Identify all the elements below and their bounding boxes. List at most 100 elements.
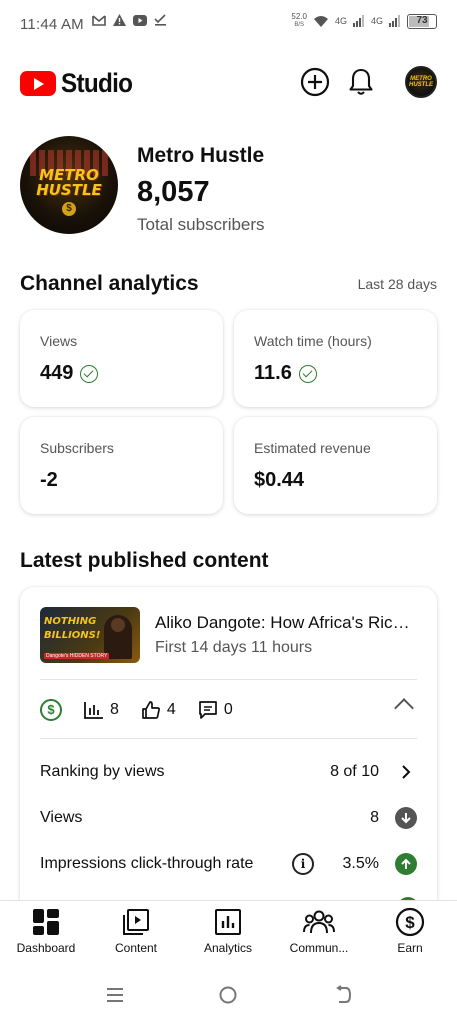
add-circle-icon <box>300 67 330 97</box>
subscriber-label: Total subscribers <box>137 215 265 234</box>
battery-icon: 73 <box>407 13 437 29</box>
menu-icon <box>107 988 123 1002</box>
home-circle-icon <box>219 986 237 1004</box>
wifi-icon <box>313 15 328 27</box>
arrow-up-icon <box>395 853 417 875</box>
content-icon <box>91 907 181 937</box>
dashboard-icon <box>1 907 91 937</box>
app-header: Studio METRO HUSTLE <box>0 62 457 104</box>
account-avatar[interactable]: METRO HUSTLE <box>405 66 437 98</box>
card-value: $0.44 <box>254 469 305 491</box>
bar-chart-icon <box>84 702 103 719</box>
divider <box>40 738 417 739</box>
latest-content-card: NOTHING BILLIONS! Dangote's HIDDEN STORY… <box>20 587 437 917</box>
check-circle-icon <box>80 364 99 383</box>
monetization-stat: $ <box>40 699 62 721</box>
thumb-up-icon <box>142 701 160 719</box>
ctr-row: Impressions click-through rate i 3.5% <box>40 851 417 879</box>
battery-level: 73 <box>416 14 428 26</box>
nav-label: Content <box>114 941 158 955</box>
subscribers-card[interactable]: Subscribers -2 <box>20 417 223 514</box>
arrow-down-icon <box>395 807 417 829</box>
nav-label: Earn <box>397 941 423 955</box>
revenue-card[interactable]: Estimated revenue $0.44 <box>234 417 437 514</box>
recents-button[interactable] <box>100 982 130 1008</box>
nav-label: Analytics <box>203 941 253 955</box>
card-label: Estimated revenue <box>254 440 371 456</box>
earn-icon: $ <box>365 907 455 937</box>
avatar-brand-line2: HUSTLE <box>36 181 102 199</box>
youtube-logo-icon <box>20 71 56 96</box>
video-title[interactable]: Aliko Dangote: How Africa's Richest Man … <box>155 613 417 633</box>
network-2-label: 4G <box>370 16 383 26</box>
metric-value: 8 <box>370 809 379 826</box>
bell-icon <box>349 68 373 95</box>
analytics-title: Channel analytics <box>20 272 199 295</box>
nav-community[interactable]: Commun... <box>274 907 364 955</box>
signal-icon <box>352 15 364 27</box>
nav-label: Commun... <box>289 941 349 955</box>
thumb-tag: Dangote's HIDDEN STORY <box>44 653 110 659</box>
back-button[interactable] <box>328 982 358 1008</box>
notification-icons <box>92 14 167 26</box>
status-bar: 11:44 AM 52.0 B/S 4G 4G 73 <box>0 0 457 50</box>
chevron-up-icon[interactable] <box>394 698 414 718</box>
thumb-text-1: NOTHING <box>44 616 97 627</box>
video-stats-row: $ 8 4 0 <box>40 697 417 723</box>
nav-content[interactable]: Content <box>91 907 181 955</box>
video-subtitle: First 14 days 11 hours <box>155 639 313 656</box>
create-button[interactable] <box>299 66 331 98</box>
video-thumbnail[interactable]: NOTHING BILLIONS! Dangote's HIDDEN STORY <box>40 607 140 663</box>
nav-label: Dashboard <box>16 941 76 955</box>
channel-name: Metro Hustle <box>137 144 265 167</box>
metric-label: Impressions click-through rate <box>40 855 254 872</box>
views-card[interactable]: Views 449 <box>20 310 223 407</box>
network-1-label: 4G <box>334 16 347 26</box>
thumb-text-2: BILLIONS! <box>44 630 101 641</box>
nav-dashboard[interactable]: Dashboard <box>1 907 91 955</box>
card-label: Subscribers <box>40 440 114 456</box>
chevron-right-icon <box>402 765 411 779</box>
metric-label: Ranking by views <box>40 763 165 780</box>
card-value: 449 <box>40 362 74 384</box>
latest-content-title: Latest published content <box>20 549 269 572</box>
dollar-icon: $ <box>40 699 62 721</box>
check-circle-icon <box>298 364 317 383</box>
likes-count: 4 <box>166 701 176 718</box>
status-time: 11:44 AM <box>20 16 84 33</box>
views-stat: 8 <box>84 701 119 719</box>
gmail-icon <box>92 14 106 26</box>
net-speed-unit: B/S <box>294 22 305 28</box>
card-value-row: 11.6 <box>254 362 317 385</box>
signal-icon <box>389 15 400 27</box>
avatar-text: METRO HUSTLE <box>409 76 433 88</box>
comments-stat: 0 <box>198 700 233 720</box>
views-row: Views 8 <box>40 805 417 833</box>
nav-analytics[interactable]: Analytics <box>183 907 273 955</box>
avatar-brand: METRO HUSTLE <box>20 168 118 198</box>
watch-time-card[interactable]: Watch time (hours) 11.6 <box>234 310 437 407</box>
notifications-button[interactable] <box>345 66 377 98</box>
home-button[interactable] <box>213 982 243 1008</box>
alert-icon <box>113 14 126 26</box>
info-icon[interactable]: i <box>292 853 314 875</box>
metric-label: Views <box>40 809 83 826</box>
card-value: 11.6 <box>254 362 292 384</box>
card-value-row: 449 <box>40 362 99 385</box>
youtube-icon <box>133 14 147 26</box>
nav-earn[interactable]: $ Earn <box>365 907 455 955</box>
channel-summary: METRO HUSTLE $ Metro Hustle 8,057 Total … <box>20 136 437 236</box>
comments-count: 0 <box>223 701 233 718</box>
analytics-period: Last 28 days <box>357 276 437 292</box>
metric-value: 8 of 10 <box>330 763 379 780</box>
check-download-icon <box>154 14 166 26</box>
ranking-row[interactable]: Ranking by views 8 of 10 <box>40 759 417 787</box>
svg-text:$: $ <box>405 913 415 932</box>
channel-avatar[interactable]: METRO HUSTLE $ <box>20 136 118 234</box>
net-speed: 52.0 B/S <box>291 13 307 29</box>
studio-logo[interactable]: Studio <box>20 68 140 99</box>
avatar-coin: $ <box>62 202 76 216</box>
views-count: 8 <box>110 701 119 718</box>
likes-stat: 4 <box>141 700 176 720</box>
comment-icon <box>198 701 217 719</box>
